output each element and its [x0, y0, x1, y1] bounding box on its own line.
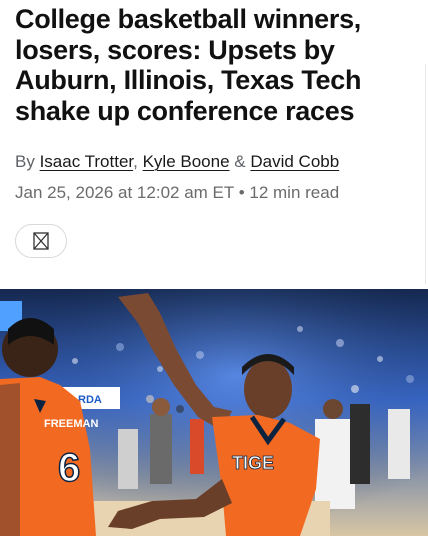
author-link-isaac-trotter[interactable]: Isaac Trotter [40, 152, 134, 171]
meta-separator: • [238, 183, 245, 202]
read-time: 12 min read [249, 183, 340, 202]
divider [425, 64, 426, 284]
hero-photo-illustration: RDA TIGE FREEMAN 6 [0, 289, 428, 536]
hero-jersey-left-name: FREEMAN [44, 418, 98, 430]
hero-jersey-left-number: 6 [58, 446, 80, 490]
article-header: College basketball winners, losers, scor… [0, 0, 428, 284]
byline-prefix: By [15, 152, 35, 171]
publish-date: Jan 25, 2026 at 12:02 am ET [15, 183, 234, 202]
hero-ribbon-text: RDA [78, 394, 102, 406]
hero-jersey-right-text: TIGE [232, 453, 274, 473]
share-button[interactable] [15, 224, 67, 258]
author-link-kyle-boone[interactable]: Kyle Boone [143, 152, 230, 171]
byline-ampersand: & [234, 152, 246, 171]
article-meta: Jan 25, 2026 at 12:02 am ET • 12 min rea… [15, 181, 339, 205]
share-icon [33, 232, 49, 250]
author-link-david-cobb[interactable]: David Cobb [250, 152, 339, 171]
byline: By Isaac Trotter, Kyle Boone & David Cob… [15, 150, 339, 174]
hero-image[interactable]: RDA TIGE FREEMAN 6 [0, 289, 428, 536]
byline-comma: , [133, 152, 138, 171]
article-headline: College basketball winners, losers, scor… [15, 4, 362, 126]
